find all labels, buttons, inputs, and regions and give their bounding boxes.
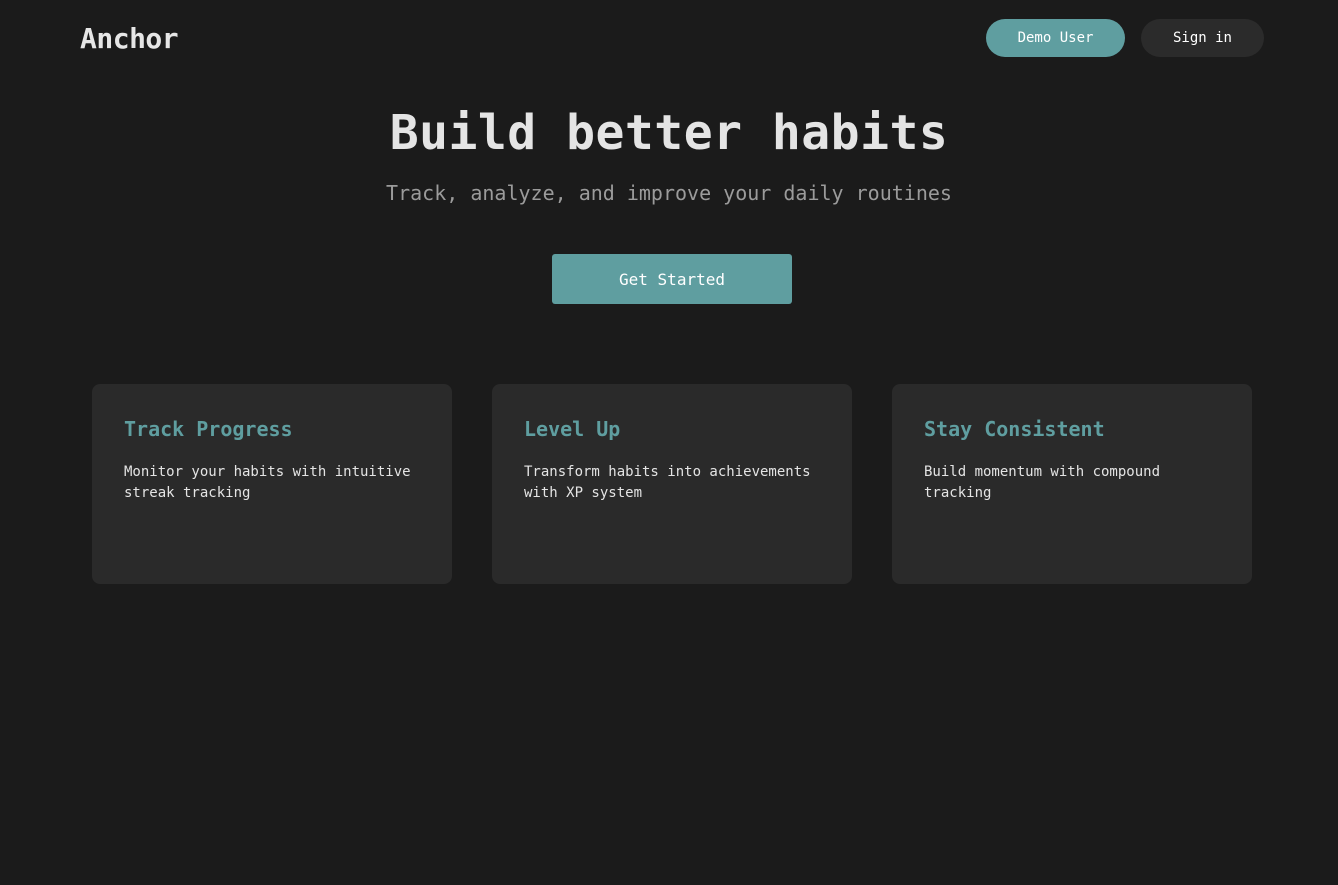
top-nav: Anchor Demo User Sign in	[0, 0, 1338, 76]
feature-card-level-up: Level Up Transform habits into achieveme…	[492, 384, 852, 584]
feature-card-stay-consistent: Stay Consistent Build momentum with comp…	[892, 384, 1252, 584]
hero-section: Build better habits Track, analyze, and …	[0, 104, 1338, 206]
demo-user-button[interactable]: Demo User	[986, 19, 1125, 57]
hero-title: Build better habits	[389, 105, 949, 161]
feature-title: Stay Consistent	[924, 417, 1105, 441]
brand-logo[interactable]: Anchor	[80, 22, 179, 55]
sign-in-button[interactable]: Sign in	[1141, 19, 1264, 57]
nav-actions: Demo User Sign in	[986, 19, 1264, 57]
feature-description: Monitor your habits with intuitive strea…	[124, 464, 411, 501]
get-started-button[interactable]: Get Started	[552, 254, 792, 304]
hero-subtitle: Track, analyze, and improve your daily r…	[386, 181, 952, 205]
feature-description: Transform habits into achievements with …	[524, 464, 811, 501]
feature-card-track-progress: Track Progress Monitor your habits with …	[92, 384, 452, 584]
features-section: Track Progress Monitor your habits with …	[92, 384, 1252, 584]
feature-description: Build momentum with compound tracking	[924, 464, 1161, 501]
feature-title: Track Progress	[124, 417, 293, 441]
feature-title: Level Up	[524, 417, 621, 441]
